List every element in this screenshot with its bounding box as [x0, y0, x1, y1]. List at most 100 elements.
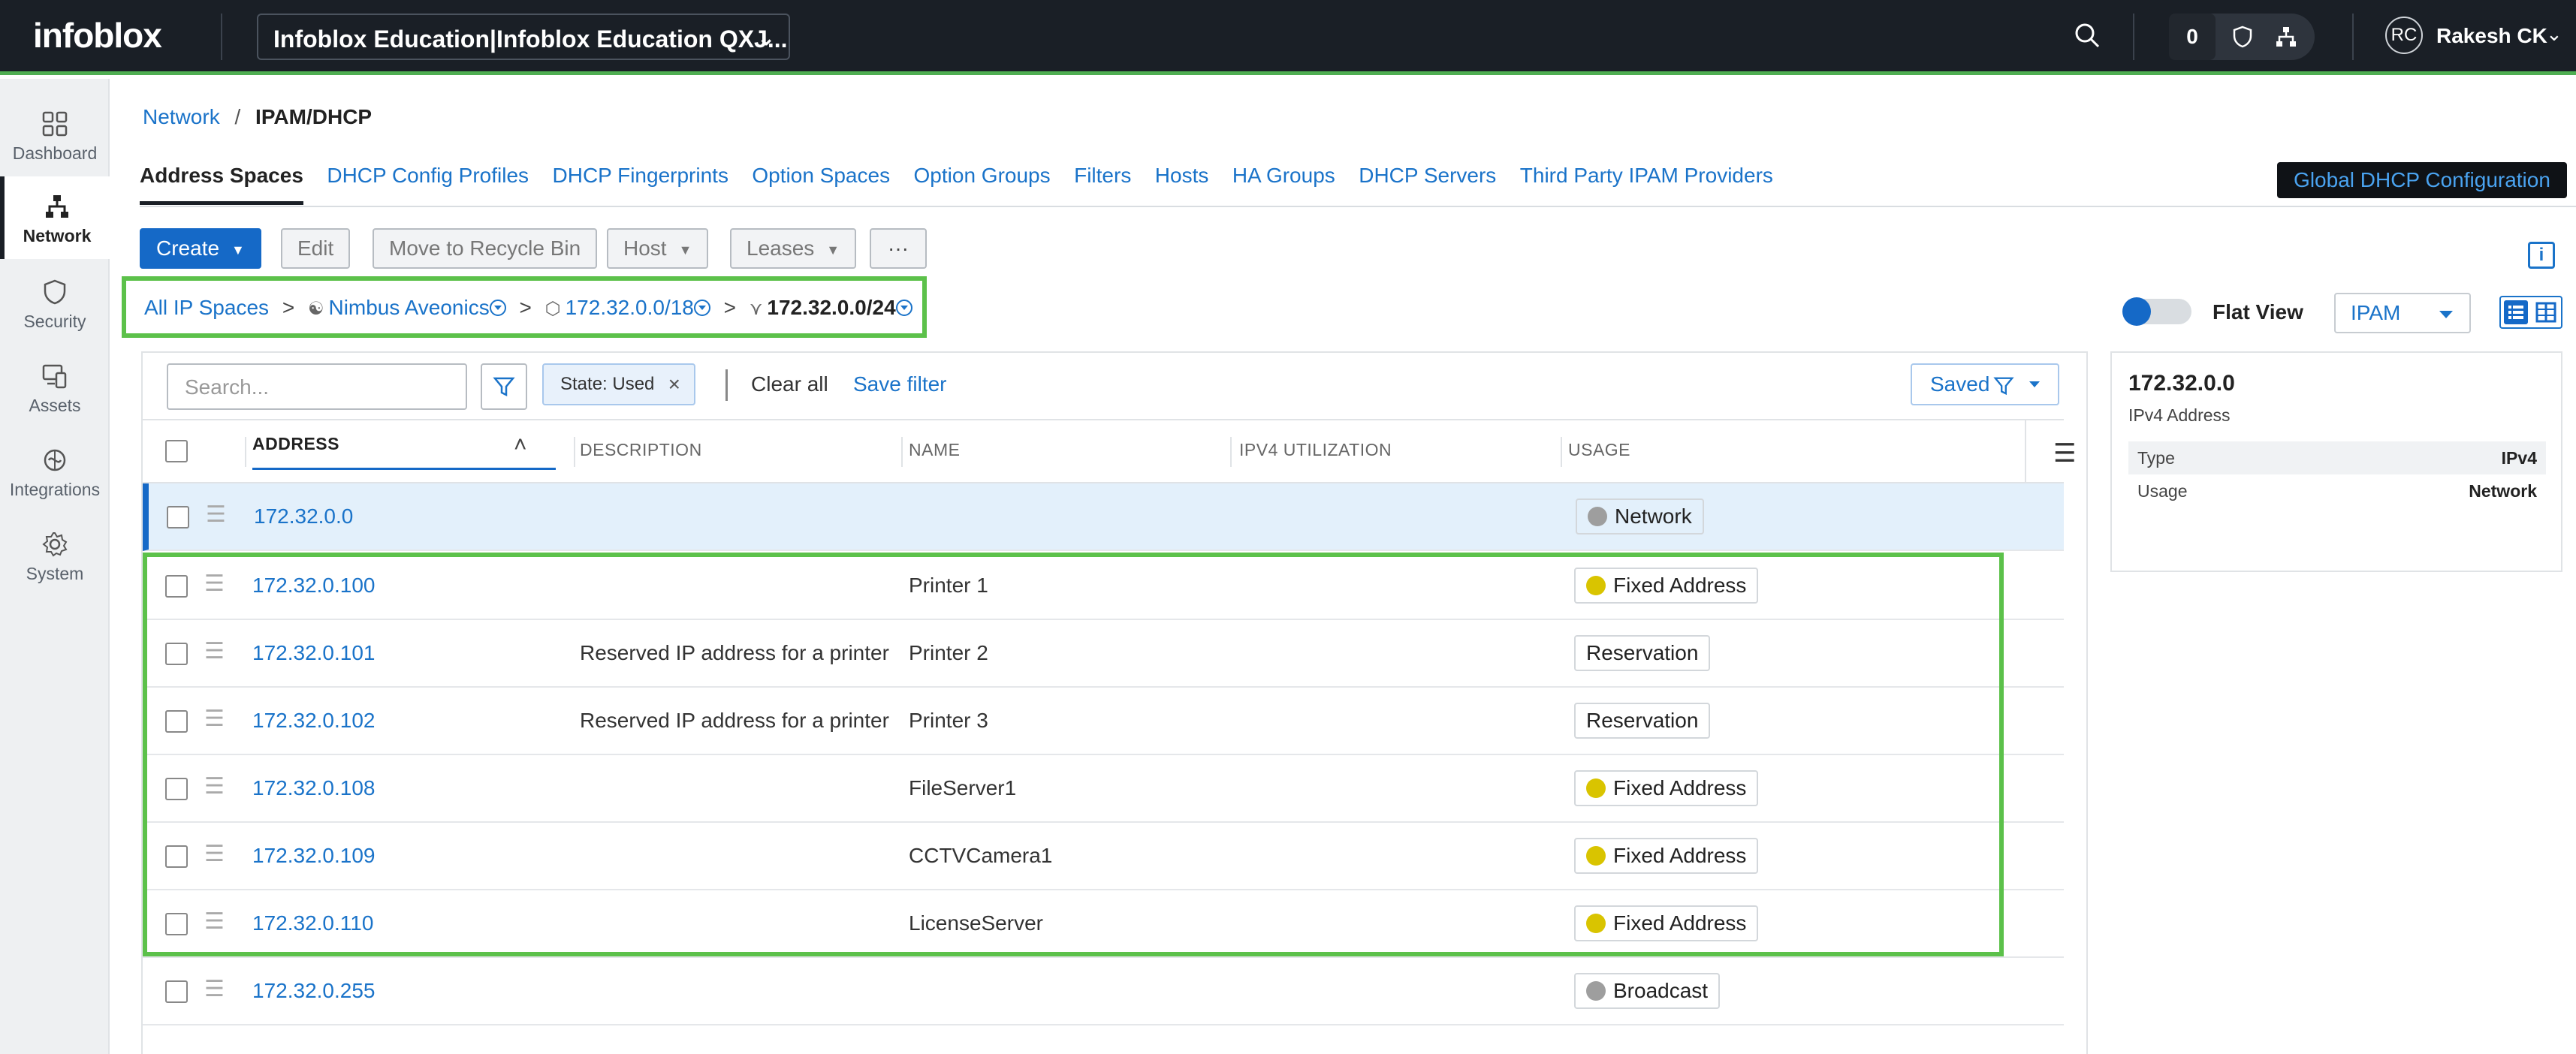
tab-dhcp-servers[interactable]: DHCP Servers: [1359, 164, 1496, 201]
table-row[interactable]: ☰ 172.32.0.101 Reserved IP address for a…: [143, 620, 2064, 688]
address-link[interactable]: 172.32.0.100: [252, 574, 376, 598]
host-button[interactable]: Host ▼: [607, 228, 709, 269]
info-icon[interactable]: i: [2528, 242, 2555, 269]
clear-all-link[interactable]: Clear all: [751, 372, 828, 396]
row-checkbox[interactable]: [165, 643, 188, 665]
create-button[interactable]: Create ▼: [140, 228, 261, 269]
address-link[interactable]: 172.32.0.101: [252, 641, 376, 665]
sidebar-item-network[interactable]: Network: [0, 176, 110, 259]
row-checkbox[interactable]: [165, 980, 188, 1003]
ip-space-link[interactable]: Nimbus Aveonics: [328, 296, 489, 319]
column-divider: [901, 437, 903, 467]
column-header-ipv4-utilization[interactable]: IPV4 UTILIZATION: [1239, 440, 1392, 460]
column-header-usage[interactable]: USAGE: [1568, 440, 1630, 460]
address-link[interactable]: 172.32.0.102: [252, 709, 376, 733]
drag-handle-icon[interactable]: ☰: [204, 571, 225, 597]
select-all-checkbox[interactable]: [165, 440, 188, 462]
column-menu-icon[interactable]: ☰: [2053, 438, 2076, 468]
address-link[interactable]: 172.32.0.110: [252, 911, 373, 935]
tab-address-spaces[interactable]: Address Spaces: [140, 164, 303, 205]
tab-dhcp-config-profiles[interactable]: DHCP Config Profiles: [327, 164, 529, 201]
search-input[interactable]: Search...: [167, 363, 467, 410]
description-cell: Reserved IP address for a printer: [580, 709, 889, 732]
address-block-link[interactable]: 172.32.0.0/18: [566, 296, 694, 319]
avatar[interactable]: RC: [2385, 17, 2423, 54]
list-view-icon[interactable]: [2504, 300, 2528, 324]
tab-option-spaces[interactable]: Option Spaces: [752, 164, 890, 201]
notification-count[interactable]: 0: [2169, 14, 2216, 60]
divider: [2352, 14, 2354, 60]
edit-button[interactable]: Edit: [281, 228, 351, 269]
address-link[interactable]: 172.32.0.0: [254, 504, 353, 529]
view-mode-select[interactable]: IPAM: [2334, 293, 2471, 333]
column-header-address[interactable]: ADDRESS: [252, 434, 556, 470]
breadcrumb-network-link[interactable]: Network: [143, 105, 220, 128]
drag-handle-icon[interactable]: ☰: [204, 773, 225, 800]
dropdown-icon[interactable]: [489, 299, 506, 316]
table-row[interactable]: ☰ 172.32.0.0 Network: [143, 483, 2064, 551]
drag-handle-icon[interactable]: ☰: [204, 706, 225, 732]
table-row[interactable]: ☰ 172.32.0.102 Reserved IP address for a…: [143, 688, 2064, 755]
table-row[interactable]: ☰ 172.32.0.255 Broadcast: [143, 958, 2064, 1025]
shield-icon[interactable]: [2231, 25, 2255, 53]
row-checkbox[interactable]: [165, 710, 188, 733]
status-pill[interactable]: 0: [2169, 14, 2315, 60]
global-dhcp-config-button[interactable]: Global DHCP Configuration: [2277, 162, 2567, 198]
save-filter-link[interactable]: Save filter: [853, 372, 947, 396]
network-icon[interactable]: [2274, 25, 2298, 53]
row-checkbox[interactable]: [167, 506, 189, 529]
drag-handle-icon[interactable]: ☰: [204, 976, 225, 1002]
tab-ha-groups[interactable]: HA Groups: [1232, 164, 1335, 201]
table-row[interactable]: ☰ 172.32.0.110 LicenseServer Fixed Addre…: [143, 890, 2064, 958]
address-link[interactable]: 172.32.0.108: [252, 776, 376, 800]
sidebar-item-assets[interactable]: Assets: [0, 346, 110, 429]
row-checkbox[interactable]: [165, 575, 188, 598]
tab-dhcp-fingerprints[interactable]: DHCP Fingerprints: [553, 164, 728, 201]
table-row[interactable]: ☰ 172.32.0.109 CCTVCamera1 Fixed Address: [143, 823, 2064, 890]
tab-hosts[interactable]: Hosts: [1155, 164, 1209, 201]
row-checkbox[interactable]: [165, 913, 188, 935]
move-to-recycle-bin-button[interactable]: Move to Recycle Bin: [373, 228, 598, 269]
sidebar-item-security[interactable]: Security: [0, 262, 110, 345]
search-icon[interactable]: [2073, 20, 2103, 53]
sidebar-item-dashboard[interactable]: Dashboard: [0, 94, 110, 176]
infoblox-logo[interactable]: infoblox: [33, 15, 162, 56]
tab-filters[interactable]: Filters: [1074, 164, 1131, 201]
usage-label: Fixed Address: [1613, 844, 1747, 867]
chevron-down-icon[interactable]: ⌄: [2546, 23, 2562, 46]
table-row[interactable]: ☰ 172.32.0.108 FileServer1 Fixed Address: [143, 755, 2064, 823]
column-header-name[interactable]: NAME: [909, 440, 960, 460]
address-link[interactable]: 172.32.0.109: [252, 844, 376, 868]
sort-ascending-icon[interactable]: ˄: [514, 432, 527, 458]
drag-handle-icon[interactable]: ☰: [206, 501, 226, 528]
view-switch[interactable]: [2499, 296, 2562, 329]
grid-view-icon[interactable]: [2534, 300, 2558, 324]
table-row[interactable]: ☰ 172.32.0.100 Printer 1 Fixed Address: [143, 553, 2064, 620]
tenant-selector[interactable]: Infoblox Education|Infoblox Education QX…: [257, 14, 790, 60]
drag-handle-icon[interactable]: ☰: [204, 841, 225, 867]
drag-handle-icon[interactable]: ☰: [204, 908, 225, 935]
usage-label: Fixed Address: [1613, 574, 1747, 597]
filter-chip[interactable]: State: Used ×: [542, 363, 695, 405]
address-link[interactable]: 172.32.0.255: [252, 979, 376, 1003]
tab-third-party-ipam[interactable]: Third Party IPAM Providers: [1520, 164, 1773, 201]
caret-down-icon: ▼: [678, 242, 692, 257]
dropdown-icon[interactable]: [693, 299, 710, 316]
row-checkbox[interactable]: [165, 778, 188, 800]
close-icon[interactable]: ×: [668, 365, 680, 404]
sidebar-item-integrations[interactable]: Integrations: [0, 430, 110, 513]
all-ip-spaces-link[interactable]: All IP Spaces: [144, 296, 269, 319]
sidebar-item-system[interactable]: System: [0, 514, 110, 597]
drag-handle-icon[interactable]: ☰: [204, 638, 225, 664]
dropdown-icon[interactable]: [895, 299, 912, 316]
column-header-description[interactable]: DESCRIPTION: [580, 440, 702, 460]
sidebar-item-label: Security: [23, 312, 86, 331]
filter-button[interactable]: [481, 363, 527, 410]
more-actions-button[interactable]: ···: [870, 228, 927, 269]
leases-button[interactable]: Leases ▼: [730, 228, 857, 269]
tab-option-groups[interactable]: Option Groups: [914, 164, 1051, 201]
flat-view-toggle[interactable]: [2122, 297, 2191, 326]
saved-filters-button[interactable]: Saved: [1911, 363, 2059, 405]
user-name[interactable]: Rakesh CK: [2436, 24, 2547, 48]
row-checkbox[interactable]: [165, 845, 188, 868]
